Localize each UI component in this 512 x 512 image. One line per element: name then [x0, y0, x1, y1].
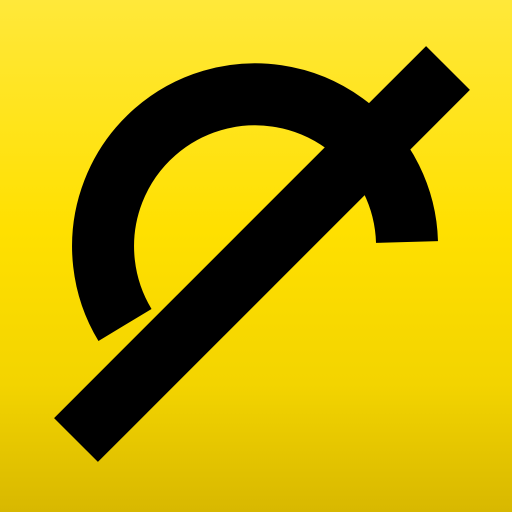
empty-set-icon: [54, 46, 470, 462]
app-icon-tile: [0, 0, 512, 512]
